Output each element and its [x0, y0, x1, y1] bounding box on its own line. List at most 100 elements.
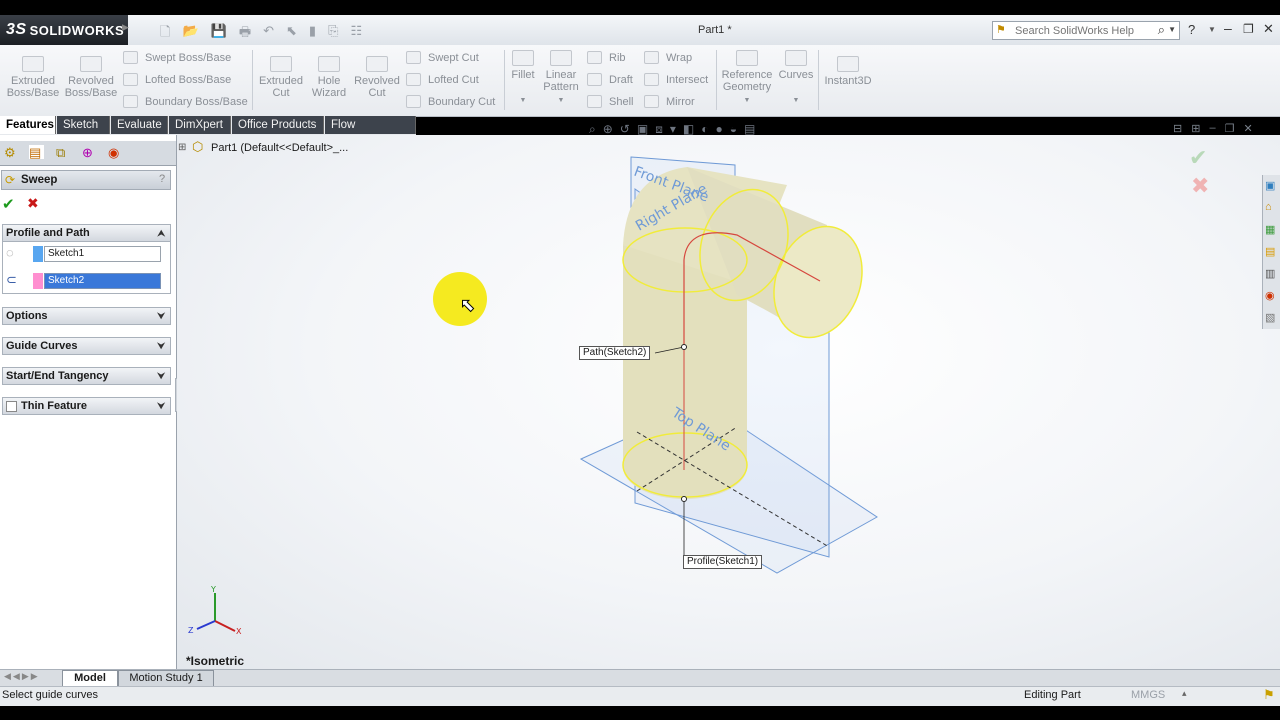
apply-scene-icon[interactable]: ◒	[730, 122, 737, 137]
configuration-manager-icon[interactable]: ⧉	[56, 145, 71, 160]
view-settings-icon[interactable]: ▤	[744, 122, 755, 137]
revolved-boss-button[interactable]: Revolved Boss/Base	[64, 56, 118, 99]
tree-expand-icon[interactable]: ⊞	[178, 142, 186, 153]
rebuild-icon[interactable]: ▮	[309, 23, 316, 45]
instant3d-button[interactable]: Instant3D	[820, 56, 876, 87]
confirm-cancel-icon[interactable]: ✖	[1191, 173, 1209, 199]
path-selection-box[interactable]: Sketch2	[44, 273, 161, 289]
expand-chevron-icon[interactable]: ⮟	[157, 308, 165, 324]
help-dropdown-icon[interactable]: ▼	[1208, 25, 1216, 34]
appearances-icon[interactable]: ◉	[1265, 289, 1275, 302]
viewport-close-icon[interactable]: ✕	[1243, 122, 1252, 135]
units-dropdown-icon[interactable]: ▴	[1182, 688, 1187, 699]
options-section[interactable]: Options ⮟	[2, 307, 171, 325]
linear-pattern-button[interactable]: Linear Pattern ▼	[540, 50, 582, 107]
viewport-minimize-icon[interactable]: –	[1209, 122, 1215, 135]
shell-button[interactable]: Shell	[587, 95, 633, 108]
expand-chevron-icon[interactable]: ⮟	[157, 398, 165, 414]
profile-path-section[interactable]: Profile and Path ⮝	[2, 224, 171, 242]
hole-wizard-button[interactable]: Hole Wizard	[306, 56, 352, 99]
dimxpert-manager-icon[interactable]: ⊕	[82, 145, 97, 160]
thin-feature-checkbox[interactable]	[6, 401, 17, 412]
split-view-2-icon[interactable]: ⊞	[1191, 122, 1200, 135]
graphics-area[interactable]: Front Plane Right Plane Top Plane Path(S…	[177, 135, 1280, 669]
lofted-cut-button[interactable]: Lofted Cut	[406, 73, 479, 86]
dynamic-annotation-icon[interactable]: ⧈	[655, 122, 663, 137]
tab-sketch[interactable]: Sketch	[57, 116, 110, 134]
search-dropdown-icon[interactable]: ▼	[1168, 25, 1176, 34]
extruded-cut-button[interactable]: Extruded Cut	[255, 56, 307, 99]
home-icon[interactable]: ⌂	[1265, 201, 1272, 213]
open-doc-icon[interactable]: 📂	[182, 23, 198, 45]
extruded-boss-button[interactable]: Extruded Boss/Base	[6, 56, 60, 99]
rebuild-status-icon[interactable]: ⚑	[1263, 687, 1275, 703]
boundary-cut-button[interactable]: Boundary Cut	[406, 95, 495, 108]
swept-boss-button[interactable]: Swept Boss/Base	[123, 51, 231, 64]
split-view-icon[interactable]: ⊟	[1173, 122, 1182, 135]
help-question-icon[interactable]: ?	[159, 173, 165, 185]
view-palette-icon[interactable]: ▥	[1265, 267, 1275, 280]
feature-manager-icon[interactable]: ⚙	[4, 145, 19, 160]
rib-button[interactable]: Rib	[587, 51, 626, 64]
tab-scroll-arrows-icon[interactable]: ◀◀▶▶	[4, 671, 40, 682]
tab-evaluate[interactable]: Evaluate	[111, 116, 168, 134]
thin-feature-section[interactable]: Thin Feature ⮟	[2, 397, 171, 415]
search-icon[interactable]: ⌕	[1158, 22, 1165, 38]
profile-callout[interactable]: Profile(Sketch1)	[683, 555, 763, 569]
units-indicator[interactable]: MMGS	[1131, 689, 1165, 701]
previous-view-icon[interactable]: ↺	[620, 122, 630, 137]
sw-resources-icon[interactable]: ▣	[1265, 179, 1275, 192]
file-properties-icon[interactable]: ⎘	[328, 23, 338, 45]
curves-button[interactable]: Curves ▼	[776, 50, 816, 107]
select-icon[interactable]: ⬉	[286, 23, 297, 45]
new-doc-icon[interactable]: 🗋	[160, 23, 170, 45]
profile-selection-box[interactable]: Sketch1	[44, 246, 161, 262]
ok-check-icon[interactable]: ✔	[2, 195, 15, 213]
tab-model[interactable]: Model	[62, 670, 118, 687]
swept-cut-button[interactable]: Swept Cut	[406, 51, 479, 64]
mirror-button[interactable]: Mirror	[644, 95, 695, 108]
tab-dimxpert[interactable]: DimXpert	[169, 116, 231, 134]
tangency-section[interactable]: Start/End Tangency ⮟	[2, 367, 171, 385]
wrap-button[interactable]: Wrap	[644, 51, 692, 64]
restore-icon[interactable]: ❐	[1243, 22, 1254, 36]
intersect-button[interactable]: Intersect	[644, 73, 708, 86]
save-icon[interactable]: 💾	[211, 23, 227, 45]
guide-curves-section[interactable]: Guide Curves ⮟	[2, 337, 171, 355]
section-view-icon[interactable]: ▣	[637, 122, 648, 137]
close-window-icon[interactable]: ✕	[1263, 21, 1274, 37]
file-explorer-icon[interactable]: ▤	[1265, 245, 1275, 258]
help-search-box[interactable]: ⚑ ⌕ ▼	[992, 21, 1180, 40]
cancel-x-icon[interactable]: ✖	[27, 195, 39, 212]
draft-button[interactable]: Draft	[587, 73, 633, 86]
menu-flyout-icon[interactable]: ▶	[122, 22, 129, 33]
expand-chevron-icon[interactable]: ⮟	[157, 338, 165, 354]
zoom-to-fit-icon[interactable]: ⌕	[589, 122, 596, 137]
collapse-chevron-icon[interactable]: ⮝	[157, 225, 165, 241]
display-style-icon[interactable]: ◧	[683, 122, 694, 137]
feature-tree-root[interactable]: Part1 (Default<<Default>_...	[211, 142, 348, 154]
undo-icon[interactable]: ↶	[263, 23, 274, 45]
fillet-button[interactable]: Fillet ▼	[506, 50, 540, 107]
display-manager-icon[interactable]: ◉	[108, 145, 123, 160]
print-icon[interactable]: 🖶	[239, 23, 251, 45]
design-library-icon[interactable]: ▦	[1265, 223, 1275, 236]
solidworks-logo[interactable]: 3S SOLIDWORKS	[0, 15, 128, 45]
confirm-ok-icon[interactable]: ✔	[1189, 145, 1207, 171]
zoom-area-icon[interactable]: ⊕	[603, 122, 613, 137]
path-callout[interactable]: Path(Sketch2)	[579, 346, 651, 360]
search-input[interactable]	[1013, 23, 1157, 39]
tab-office-products[interactable]: Office Products	[232, 116, 324, 134]
options-icon[interactable]: ☷	[350, 23, 362, 45]
custom-properties-icon[interactable]: ▧	[1265, 311, 1275, 324]
viewport-restore-icon[interactable]: ❐	[1225, 122, 1235, 135]
tab-features[interactable]: Features	[0, 116, 56, 134]
help-icon[interactable]: ?	[1188, 22, 1195, 37]
revolved-cut-button[interactable]: Revolved Cut	[352, 56, 402, 99]
lofted-boss-button[interactable]: Lofted Boss/Base	[123, 73, 231, 86]
property-manager-icon[interactable]: ▤	[29, 145, 44, 160]
minimize-icon[interactable]: –	[1224, 20, 1232, 36]
reference-geometry-button[interactable]: Reference Geometry ▼	[719, 50, 775, 107]
edit-appearance-icon[interactable]: ●	[715, 122, 722, 137]
expand-chevron-icon[interactable]: ⮟	[157, 368, 165, 384]
